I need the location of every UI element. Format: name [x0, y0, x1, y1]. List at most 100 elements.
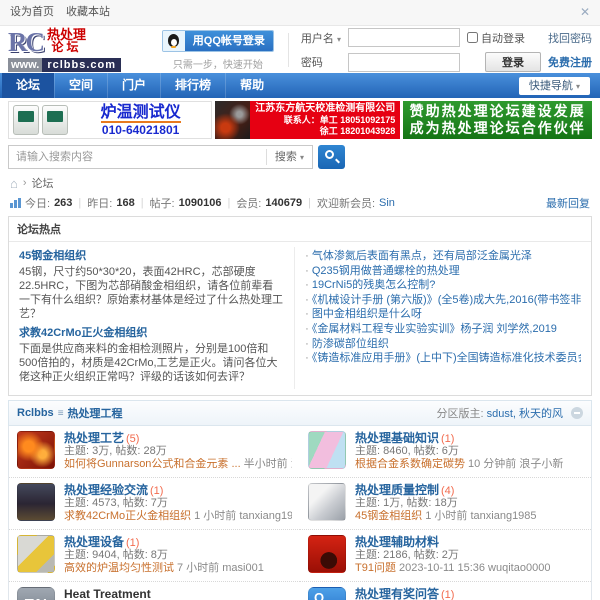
- last-post-meta[interactable]: 10 分钟前 浪子小新: [468, 458, 563, 470]
- forum-link[interactable]: 热处理有奖问答: [355, 587, 439, 600]
- stat-today-label: 今日:: [25, 195, 50, 211]
- nav-item-help[interactable]: 帮助: [225, 73, 278, 98]
- new-post-count: (4): [441, 485, 454, 497]
- forum-icon-phase-diagram[interactable]: [308, 431, 346, 469]
- forum-link[interactable]: Heat Treatment: [64, 587, 151, 600]
- stat-today-value: 263: [54, 197, 72, 209]
- hot-topic-link[interactable]: ·气体渗氮后表面有黑点，还有局部泛金属光泽: [305, 249, 581, 264]
- hot-topic-link[interactable]: ·《机械设计手册 (第六版)》(全5卷)成大先,2016(带书签非扫描版): [305, 293, 581, 308]
- newest-member-link[interactable]: Sin: [379, 197, 395, 209]
- forum-stats: 主题: 4573, 帖数: 7万: [64, 497, 292, 510]
- latest-reply-link[interactable]: 最新回复: [546, 195, 590, 211]
- section-collapse-icon[interactable]: [571, 407, 583, 419]
- featured-topic-title[interactable]: 45钢金相组织: [19, 249, 284, 264]
- ad-contact-2: 徐工 18201043928: [255, 126, 395, 137]
- ad-furnace-phone: 010-64021801: [102, 123, 179, 137]
- featured-topic-title[interactable]: 求教42CrMo正火金相组织: [19, 326, 284, 341]
- forum-row-heat-treatment-en: EN Heat Treatment 主题: 416, 帖数: 3380 blac…: [9, 582, 300, 600]
- forum-link[interactable]: 热处理经验交流: [64, 483, 148, 497]
- nav-item-ranking[interactable]: 排行榜: [160, 73, 225, 98]
- forum-icon-hot-parts[interactable]: [17, 431, 55, 469]
- auto-login-checkbox[interactable]: [467, 32, 478, 43]
- ad-sponsor-forum[interactable]: 赞助热处理论坛建设发展 成为热处理论坛合作伙伴: [403, 101, 592, 139]
- username-input[interactable]: [348, 28, 460, 47]
- stat-posts-label: 帖子:: [150, 195, 175, 211]
- search-type-select[interactable]: 搜索 ▾: [266, 149, 312, 165]
- login-button[interactable]: 登录: [485, 52, 541, 72]
- hotspots-featured-column: 45钢金相组织 45钢，尺寸约50*30*20，表面42HRC，芯部硬度22.5…: [9, 247, 294, 389]
- qq-penguin-icon: [168, 34, 179, 47]
- section-brand: Rclbbs: [17, 407, 54, 419]
- auto-login-option[interactable]: 自动登录: [467, 30, 541, 46]
- section-moderators-links[interactable]: sdust, 秋天的风: [487, 408, 563, 420]
- search-box: 搜索 ▾: [8, 145, 313, 169]
- search-button[interactable]: [318, 145, 345, 169]
- breadcrumb-current: 论坛: [32, 175, 54, 191]
- hotspots-link-column: ·气体渗氮后表面有黑点，还有局部泛金属光泽 ·Q235钢用做普通螺栓的热处理 ·…: [294, 247, 591, 389]
- forum-icon-machine-photo[interactable]: [17, 535, 55, 573]
- add-favorite-link[interactable]: 收藏本站: [66, 0, 110, 25]
- quick-nav-button[interactable]: 快捷导航 ▾: [519, 77, 590, 95]
- new-post-count: (5): [126, 433, 139, 445]
- forum-link[interactable]: 热处理设备: [64, 535, 124, 549]
- forum-icon-qa[interactable]: Q & A: [308, 587, 346, 600]
- last-post-meta[interactable]: 半小时前 浪子小新: [244, 458, 292, 470]
- nav-item-portal[interactable]: 门户: [107, 73, 160, 98]
- last-post-link[interactable]: 45钢金相组织: [355, 510, 422, 522]
- forum-link[interactable]: 热处理辅助材料: [355, 535, 439, 549]
- qq-login-block: 用QQ帐号登录 只需一步，快速开始: [162, 30, 274, 71]
- ad-furnace-tester[interactable]: 炉温测试仪 010-64021801: [8, 101, 212, 139]
- last-post-meta[interactable]: 1 小时前 tanxiang1985: [194, 510, 292, 522]
- search-input[interactable]: [9, 147, 266, 167]
- ad-banner-row: 炉温测试仪 010-64021801 江苏东方航天校准检测有限公司 联系人：单工…: [8, 101, 592, 139]
- forum-link[interactable]: 热处理基础知识: [355, 431, 439, 445]
- nav-item-space[interactable]: 空间: [54, 73, 107, 98]
- password-label: 密码: [301, 54, 341, 70]
- hot-topic-link[interactable]: ·Q235钢用做普通螺栓的热处理: [305, 264, 581, 279]
- last-post-link[interactable]: 高效的炉温均匀性测试: [64, 562, 174, 574]
- home-icon[interactable]: ⌂: [10, 178, 18, 189]
- quick-nav-caret-icon: ▾: [576, 82, 580, 91]
- last-post-link[interactable]: T91问题: [355, 562, 396, 574]
- nav-item-forum[interactable]: 论坛: [2, 73, 54, 98]
- hot-topic-link[interactable]: ·19CrNi5的残奥怎么控制?: [305, 278, 581, 293]
- header-divider: [288, 33, 289, 67]
- forum-row-qa: Q & A 热处理有奖问答(1) 主题: 556, 帖数: 6455 defor…: [300, 582, 591, 600]
- find-password-link[interactable]: 找回密码: [548, 30, 592, 46]
- collapse-header-icon[interactable]: ✕: [580, 0, 590, 25]
- hot-topic-link[interactable]: ·防渗碳部位组织: [305, 337, 581, 352]
- forum-row-basics: 热处理基础知识(1) 主题: 8460, 帖数: 6万 根据合金系数确定碳势10…: [300, 426, 591, 478]
- forum-row-experience: 热处理经验交流(1) 主题: 4573, 帖数: 7万 求教42CrMo正火金相…: [9, 478, 300, 530]
- section-title-link[interactable]: 热处理工程: [68, 405, 123, 421]
- last-post-meta[interactable]: 1 小时前 tanxiang1985: [425, 510, 536, 522]
- forum-link[interactable]: 热处理工艺: [64, 431, 124, 445]
- forum-icon-english[interactable]: EN: [17, 587, 55, 600]
- forum-icon-quench-oil[interactable]: [308, 535, 346, 573]
- last-post-link[interactable]: 根据合金系数确定碳势: [355, 458, 465, 470]
- last-post-meta[interactable]: 7 小时前 masi001: [177, 562, 264, 574]
- logo-rc-letters: RC: [8, 29, 43, 55]
- username-label[interactable]: 用户名 ▾: [301, 30, 341, 46]
- password-input[interactable]: [348, 53, 460, 72]
- forum-icon-meeting-photo[interactable]: [17, 483, 55, 521]
- welcome-label: 欢迎新会员:: [317, 195, 375, 211]
- ad-welder-photo: [215, 101, 250, 139]
- search-type-caret-icon: ▾: [300, 153, 304, 162]
- forum-stats: 主题: 1万, 帖数: 18万: [355, 497, 537, 510]
- forum-icon-equipment-photo[interactable]: [308, 483, 346, 521]
- last-post-link[interactable]: 如何将Gunnarson公式和合金元素 ...: [64, 458, 241, 470]
- hot-topic-link[interactable]: ·《金属材料工程专业实验实训》杨子润 刘学然,2019: [305, 322, 581, 337]
- forum-link[interactable]: 热处理质量控制: [355, 483, 439, 497]
- qq-login-button[interactable]: 用QQ帐号登录: [162, 30, 274, 52]
- stat-members-value: 140679: [265, 197, 302, 209]
- hot-topic-link[interactable]: ·图中金相组织是什么呀: [305, 307, 581, 322]
- ad-sponsor-line1: 赞助热处理论坛建设发展: [403, 103, 592, 120]
- ad-jiangsu-aerospace[interactable]: 江苏东方航天校准检测有限公司 联系人：单工 18051092175 徐工 182…: [215, 101, 400, 139]
- last-post-link[interactable]: 求教42CrMo正火金相组织: [64, 510, 191, 522]
- set-homepage-link[interactable]: 设为首页: [10, 0, 54, 25]
- hot-topic-link[interactable]: ·《铸造标准应用手册》(上中下)全国铸造标准化技术委员会: [305, 351, 581, 366]
- register-link[interactable]: 免费注册: [548, 54, 592, 70]
- site-logo[interactable]: RC 热处理 论坛 www. rclbbs.com: [8, 29, 136, 72]
- last-post-meta[interactable]: 2023-10-11 15:36 wuqitao0000: [399, 562, 550, 574]
- stat-members-label: 会员:: [236, 195, 261, 211]
